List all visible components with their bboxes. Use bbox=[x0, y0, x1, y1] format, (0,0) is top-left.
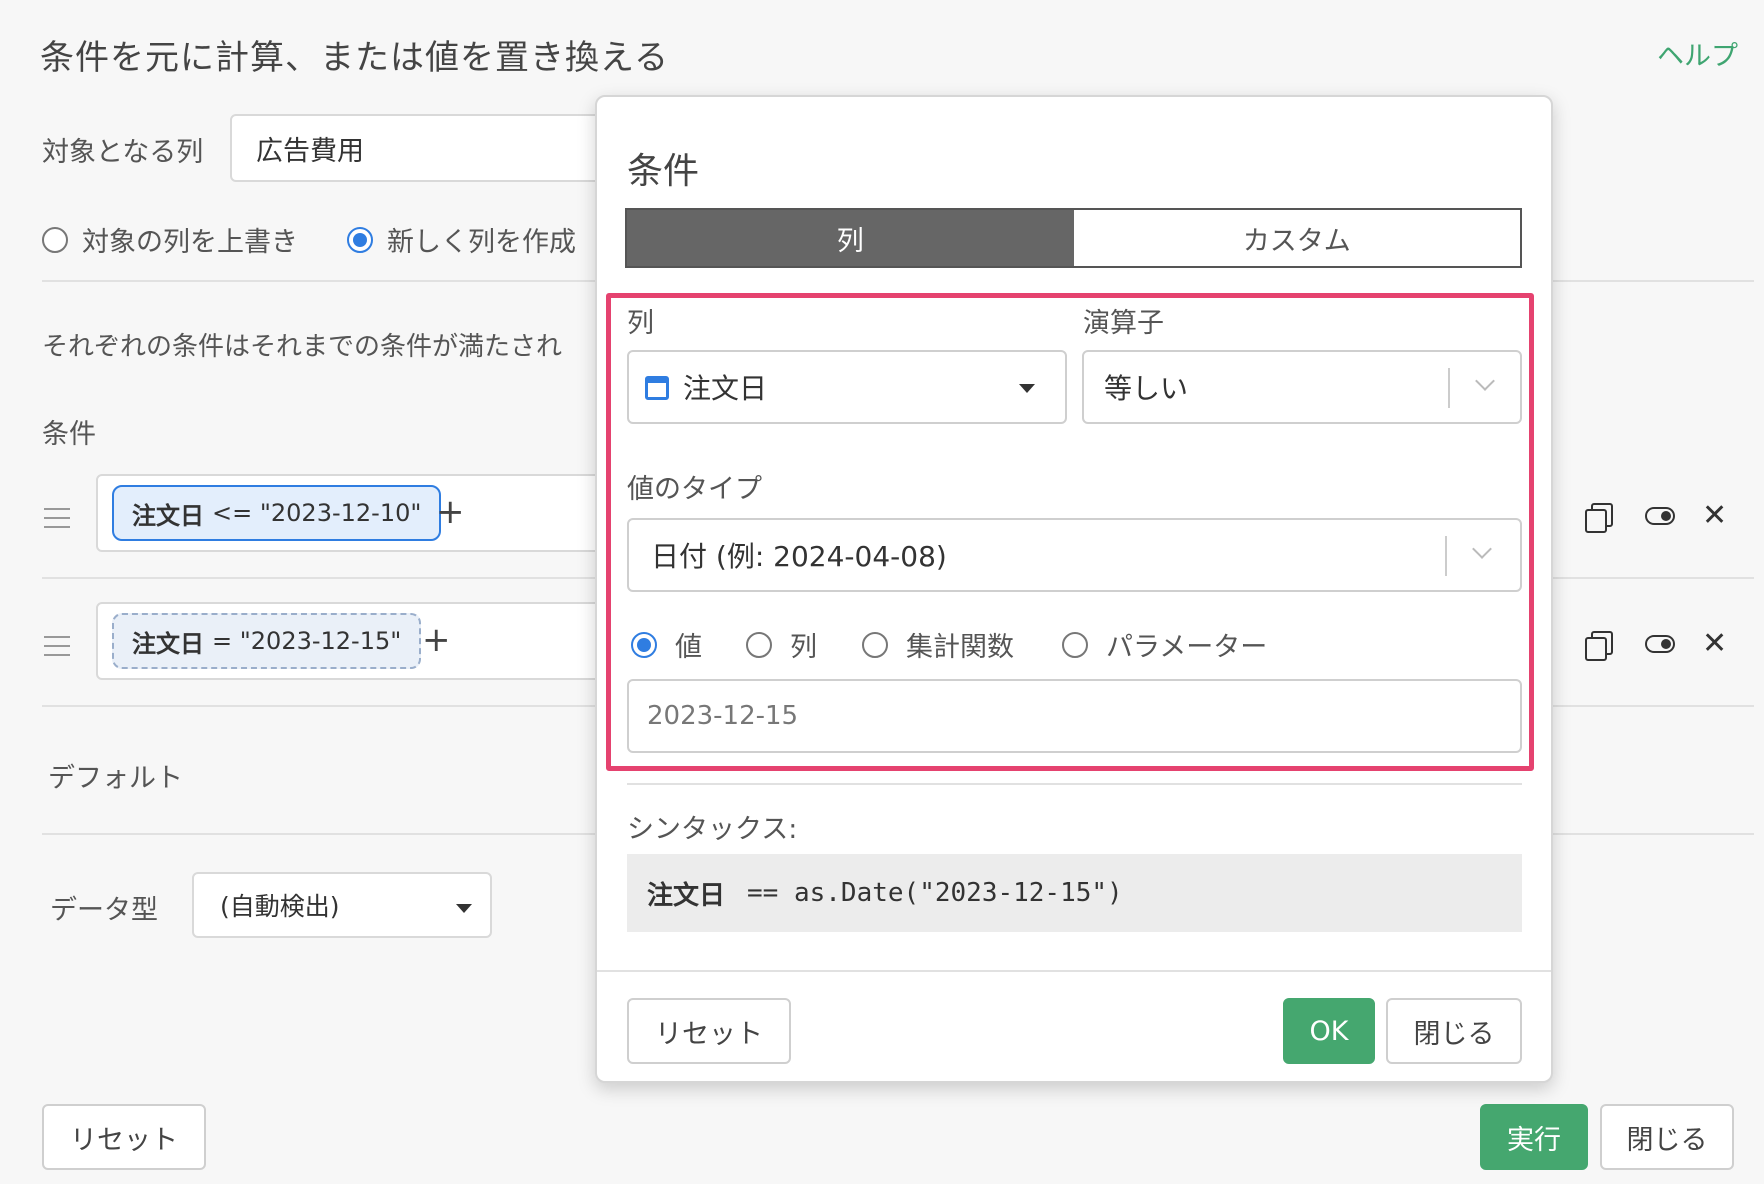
column-select[interactable]: 注文日 bbox=[627, 350, 1067, 424]
value-type-select[interactable]: 日付 (例: 2024-04-08) bbox=[627, 518, 1522, 592]
page-title: 条件を元に計算、または値を置き換える bbox=[40, 38, 669, 78]
divider bbox=[627, 783, 1522, 785]
operator-select[interactable]: 等しい bbox=[1082, 350, 1522, 424]
condition-chip-1[interactable]: 注文日 <= "2023-12-10" bbox=[112, 485, 442, 541]
condition-chip-2[interactable]: 注文日 = "2023-12-15" bbox=[112, 613, 422, 669]
radio-overwrite[interactable]: 対象の列を上書き bbox=[42, 220, 298, 259]
option-aggregate[interactable]: 集計関数 bbox=[862, 625, 1014, 664]
datatype-select[interactable]: (自動検出) bbox=[192, 872, 492, 938]
reset-button[interactable]: リセット bbox=[42, 1104, 206, 1170]
datatype-label: データ型 bbox=[50, 895, 158, 926]
option-column-label: 列 bbox=[790, 632, 817, 663]
value-type-value: 日付 (例: 2024-04-08) bbox=[651, 540, 947, 573]
radio-new-column-label: 新しく列を作成 bbox=[387, 227, 576, 258]
option-parameter-radio[interactable] bbox=[1062, 631, 1088, 658]
datatype-value: (自動検出) bbox=[220, 892, 340, 921]
caret-down-icon bbox=[1019, 384, 1035, 393]
modal-reset-button[interactable]: リセット bbox=[627, 998, 791, 1064]
calendar-icon bbox=[645, 376, 669, 400]
syntax-column: 注文日 bbox=[647, 880, 726, 911]
target-column-value: 広告費用 bbox=[256, 135, 364, 167]
modal-title: 条件 bbox=[627, 151, 700, 192]
value-type-label: 値のタイプ bbox=[627, 474, 762, 505]
column-label: 列 bbox=[627, 308, 654, 339]
close-icon[interactable]: ✕ bbox=[1702, 626, 1727, 661]
modal-close-button[interactable]: 閉じる bbox=[1386, 998, 1522, 1064]
option-parameter[interactable]: パラメーター bbox=[1062, 625, 1267, 664]
close-icon[interactable]: ✕ bbox=[1702, 498, 1727, 533]
description-text: それぞれの条件はそれまでの条件が満たされ bbox=[42, 332, 563, 362]
option-value[interactable]: 値 bbox=[631, 625, 702, 664]
ok-button[interactable]: OK bbox=[1283, 998, 1375, 1064]
radio-overwrite-circle[interactable] bbox=[42, 226, 68, 253]
drag-handle-icon[interactable] bbox=[44, 508, 70, 535]
toggle-icon[interactable] bbox=[1645, 635, 1675, 653]
run-button[interactable]: 実行 bbox=[1480, 1104, 1588, 1170]
column-select-value: 注文日 bbox=[683, 372, 768, 405]
syntax-preview: 注文日 == as.Date("2023-12-15") bbox=[627, 854, 1522, 932]
operator-select-value: 等しい bbox=[1104, 372, 1189, 405]
select-separator bbox=[1445, 536, 1447, 576]
target-column-select[interactable]: 広告費用 bbox=[230, 114, 630, 182]
condition-chip-1-expr: <= "2023-12-10" bbox=[212, 499, 422, 527]
add-condition-button-2[interactable]: + bbox=[422, 620, 451, 660]
radio-new-column[interactable]: 新しく列を作成 bbox=[347, 220, 576, 259]
condition-chip-2-expr: = "2023-12-15" bbox=[212, 627, 402, 655]
condition-chip-1-col: 注文日 bbox=[132, 501, 204, 530]
value-input-text: 2023-12-15 bbox=[647, 701, 799, 731]
syntax-label: シンタックス: bbox=[627, 814, 798, 845]
syntax-expression: == as.Date("2023-12-15") bbox=[747, 878, 1123, 908]
option-value-label: 値 bbox=[675, 632, 702, 663]
radio-overwrite-label: 対象の列を上書き bbox=[82, 227, 298, 258]
condition-chip-2-col: 注文日 bbox=[132, 629, 204, 658]
conditions-label: 条件 bbox=[42, 419, 96, 450]
value-input[interactable]: 2023-12-15 bbox=[627, 679, 1522, 753]
copy-icon[interactable] bbox=[1585, 503, 1613, 533]
option-column-radio[interactable] bbox=[746, 631, 772, 658]
operator-label: 演算子 bbox=[1083, 308, 1164, 339]
tab-column[interactable]: 列 bbox=[627, 210, 1074, 266]
target-column-label: 対象となる列 bbox=[42, 137, 204, 168]
chevron-down-icon bbox=[1475, 371, 1495, 391]
chevron-down-icon bbox=[1472, 539, 1492, 559]
mode-tabs: 列 カスタム bbox=[625, 208, 1522, 268]
option-column[interactable]: 列 bbox=[746, 625, 817, 664]
tab-custom[interactable]: カスタム bbox=[1073, 210, 1520, 266]
option-parameter-label: パラメーター bbox=[1106, 632, 1268, 663]
drag-handle-icon[interactable] bbox=[44, 636, 70, 663]
option-aggregate-radio[interactable] bbox=[862, 631, 888, 658]
condition-modal: 条件 列 カスタム 列 演算子 注文日 等しい 値のタイプ 日付 (例: 202… bbox=[595, 95, 1553, 1083]
copy-icon[interactable] bbox=[1585, 631, 1613, 661]
default-label: デフォルト bbox=[48, 763, 183, 794]
option-value-radio[interactable] bbox=[631, 631, 657, 658]
radio-new-column-circle[interactable] bbox=[347, 226, 373, 253]
add-condition-button-1[interactable]: + bbox=[436, 492, 465, 532]
close-button[interactable]: 閉じる bbox=[1600, 1104, 1734, 1170]
divider bbox=[597, 970, 1551, 972]
help-link[interactable]: ヘルプ bbox=[1657, 34, 1738, 73]
select-separator bbox=[1448, 368, 1450, 408]
toggle-icon[interactable] bbox=[1645, 507, 1675, 525]
caret-down-icon bbox=[456, 904, 472, 913]
option-aggregate-label: 集計関数 bbox=[906, 632, 1014, 663]
